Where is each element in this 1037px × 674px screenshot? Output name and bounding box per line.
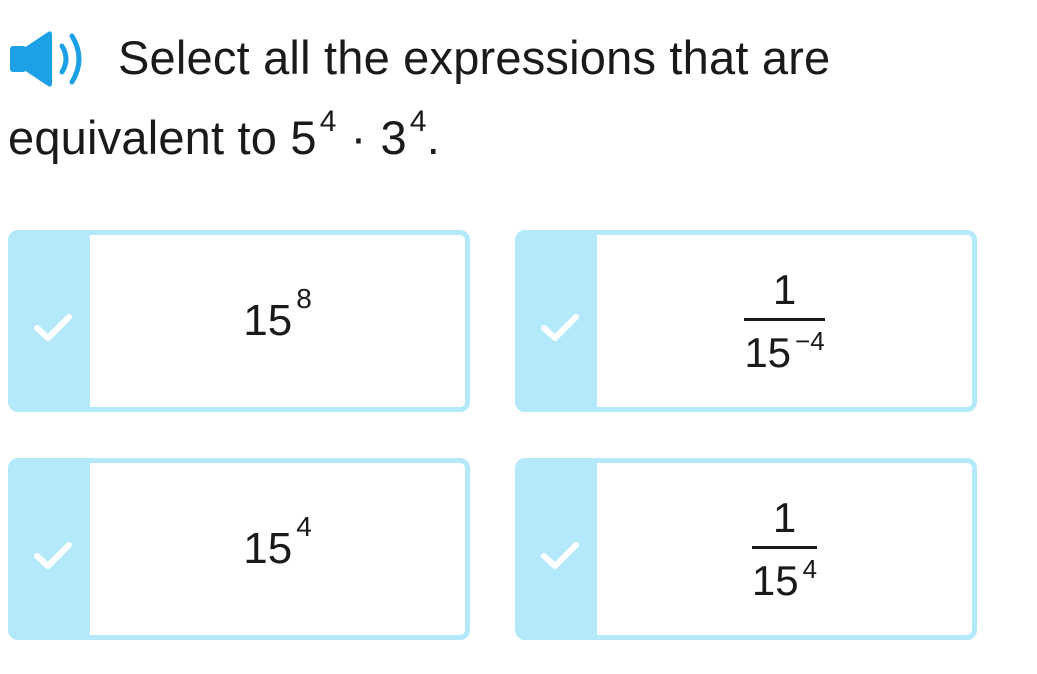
speaker-icon[interactable] — [8, 28, 88, 90]
expression-exponent: 8 — [296, 283, 312, 314]
option-expression: 15 8 — [90, 235, 465, 407]
denominator-exponent: −4 — [795, 325, 825, 356]
fraction: 1 15 −4 — [744, 265, 825, 377]
question-exponent-1: 4 — [319, 105, 337, 139]
check-icon — [541, 314, 579, 341]
option-expression: 1 15 −4 — [597, 235, 972, 407]
option-c[interactable]: 15 4 — [8, 458, 470, 640]
question-prefix: equivalent to — [8, 111, 278, 164]
expression-base: 15 — [243, 296, 293, 345]
multiply-operator: · — [350, 111, 367, 164]
denominator-base: 15 — [751, 556, 799, 604]
option-d[interactable]: 1 15 4 — [515, 458, 977, 640]
option-checkbox[interactable] — [13, 235, 90, 407]
fraction-numerator: 1 — [772, 265, 797, 313]
question-line-1: Select all the expressions that are — [118, 31, 831, 84]
expression-exponent: 4 — [296, 511, 312, 542]
denominator-exponent: 4 — [802, 553, 818, 584]
fraction-denominator: 15 4 — [752, 549, 817, 605]
question-line-2: equivalent to 5 4 · 3 4. — [8, 107, 440, 166]
fraction-numerator: 1 — [772, 493, 797, 541]
fraction: 1 15 4 — [751, 493, 818, 605]
option-a[interactable]: 15 8 — [8, 230, 470, 412]
expression-base: 15 — [243, 524, 293, 573]
question-prompt: Select all the expressions that are equi… — [0, 0, 1037, 200]
question-exponent-2: 4 — [409, 105, 427, 139]
check-icon — [34, 542, 72, 569]
option-checkbox[interactable] — [13, 463, 90, 635]
denominator-base: 15 — [744, 328, 792, 376]
question-base-2: 3 — [380, 111, 407, 164]
check-icon — [541, 542, 579, 569]
option-b[interactable]: 1 15 −4 — [515, 230, 977, 412]
option-checkbox[interactable] — [520, 463, 597, 635]
fraction-denominator: 15 −4 — [744, 321, 824, 377]
question-base-1: 5 — [290, 111, 317, 164]
option-checkbox[interactable] — [520, 235, 597, 407]
option-expression: 1 15 4 — [597, 463, 972, 635]
check-icon — [34, 314, 72, 341]
option-expression: 15 4 — [90, 463, 465, 635]
question-period: . — [426, 111, 440, 164]
